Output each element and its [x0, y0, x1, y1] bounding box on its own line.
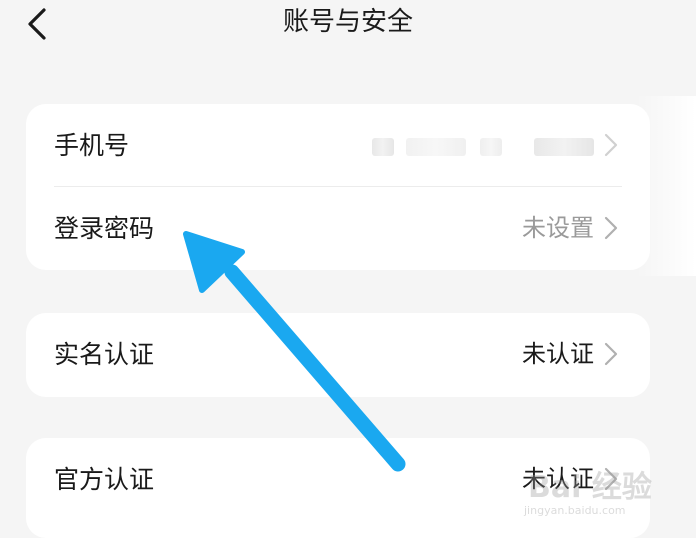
real-name-label: 实名认证: [54, 340, 155, 369]
nav-header: 账号与安全: [0, 0, 696, 50]
login-password-row[interactable]: 登录密码 未设置: [26, 187, 650, 270]
account-card: 手机号 登录密码 未设置: [26, 104, 650, 270]
real-name-card: 实名认证 未认证: [26, 313, 650, 397]
login-password-label: 登录密码: [54, 214, 155, 243]
real-name-row[interactable]: 实名认证 未认证: [26, 313, 650, 396]
official-row[interactable]: 官方认证 未认证: [26, 438, 650, 521]
phone-row[interactable]: 手机号: [26, 104, 650, 187]
phone-label: 手机号: [54, 131, 130, 160]
page-title: 账号与安全: [282, 7, 413, 37]
chevron-right-icon: [604, 216, 618, 240]
chevron-right-icon: [604, 342, 618, 366]
official-card: 官方认证 未认证: [26, 438, 650, 538]
login-password-status: 未设置: [522, 214, 594, 242]
real-name-status: 未认证: [522, 340, 594, 368]
official-status: 未认证: [522, 465, 594, 493]
official-label: 官方认证: [54, 465, 155, 494]
chevron-right-icon: [604, 467, 618, 491]
chevron-right-icon: [604, 133, 618, 157]
edge-fade: [636, 96, 696, 276]
